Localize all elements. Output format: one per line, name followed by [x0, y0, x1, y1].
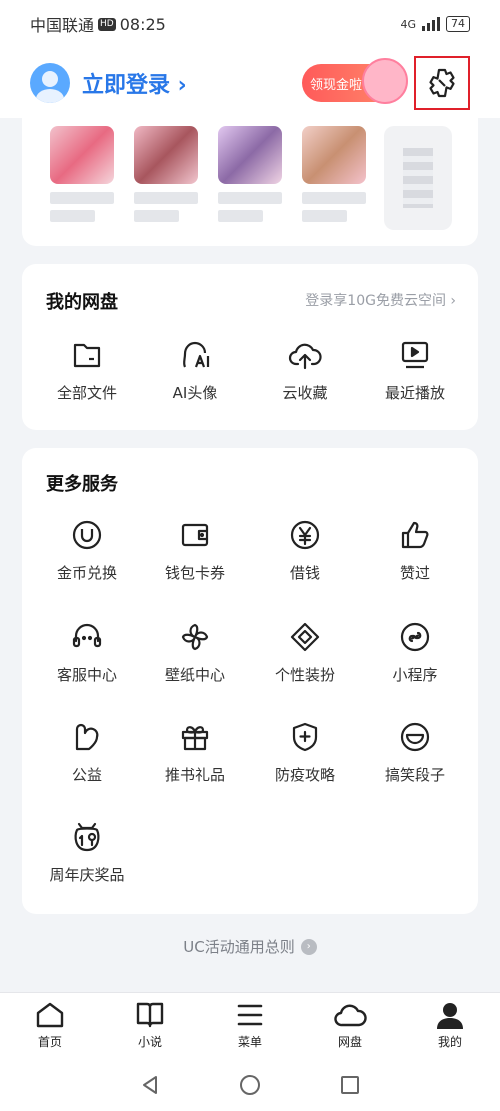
service-anniversary-prizes[interactable]: 周年庆奖品: [32, 820, 142, 885]
service-liked[interactable]: 赞过: [360, 518, 470, 583]
chevron-right-icon: ›: [300, 938, 317, 955]
service-mini-program[interactable]: 小程序: [360, 620, 470, 685]
netdisk-title: 我的网盘: [46, 292, 118, 313]
service-customer-center[interactable]: 客服中心: [32, 620, 142, 685]
recent-history-card: [22, 110, 478, 246]
back-icon[interactable]: [139, 1074, 161, 1096]
battery-indicator: 74: [446, 16, 470, 32]
style-icon: [288, 620, 322, 654]
service-wallet[interactable]: 钱包卡券: [140, 518, 250, 583]
service-book-gifts[interactable]: 推书礼品: [140, 720, 250, 785]
status-right: 4G 74: [400, 16, 470, 32]
home-circle-icon[interactable]: [238, 1073, 262, 1097]
service-coin-exchange[interactable]: 金币兑换: [32, 518, 142, 583]
history-item[interactable]: [134, 126, 198, 222]
gift-icon: [178, 720, 212, 754]
cloud-upload-icon: [288, 338, 322, 372]
smile-icon: [398, 720, 432, 754]
headset-icon: [70, 620, 104, 654]
pinwheel-icon: [178, 620, 212, 654]
netdisk-item-ai-avatar[interactable]: AI头像: [140, 338, 250, 403]
promo-label: 领现金啦: [310, 77, 363, 93]
menu-icon: [237, 1004, 263, 1026]
avatar[interactable]: [30, 63, 70, 103]
more-services-card: 更多服务 金币兑换 钱包卡券 借钱 赞过 客服中心 壁纸中心 个性装扮 小程序 …: [22, 448, 478, 914]
link-icon: [398, 620, 432, 654]
settings-button[interactable]: [414, 56, 470, 110]
folder-icon: [70, 338, 104, 372]
service-jokes[interactable]: 搞笑段子: [360, 720, 470, 785]
netdisk-item-all-files[interactable]: 全部文件: [32, 338, 142, 403]
netdisk-item-cloud-favorites[interactable]: 云收藏: [250, 338, 360, 403]
tab-netdisk[interactable]: 网盘: [300, 993, 400, 1058]
netdisk-card: 我的网盘 登录享10G免费云空间 › 全部文件 AI头像 云收藏 最近播放: [22, 264, 478, 430]
system-nav-bar: [0, 1058, 500, 1111]
thumbs-up-icon: [398, 518, 432, 552]
carrier-name: 中国联通: [30, 16, 95, 35]
bottom-tab-bar: 首页 小说 菜单 网盘 我的: [0, 992, 500, 1058]
cash-promo-banner[interactable]: 领现金啦: [302, 58, 408, 104]
carrier: 中国联通 HD 08:25: [30, 12, 166, 36]
home-icon: [36, 1002, 64, 1028]
netdisk-item-recent-play[interactable]: 最近播放: [360, 338, 470, 403]
clock: 08:25: [119, 14, 166, 34]
service-wallpaper-center[interactable]: 壁纸中心: [140, 620, 250, 685]
services-title: 更多服务: [46, 474, 118, 495]
shield-plus-icon: [288, 720, 322, 754]
history-item[interactable]: [50, 126, 114, 222]
recents-icon[interactable]: [339, 1074, 361, 1096]
history-more[interactable]: [384, 126, 452, 230]
service-loan[interactable]: 借钱: [250, 518, 360, 583]
status-bar: 中国联通 HD 08:25 4G 74: [0, 0, 500, 48]
play-screen-icon: [398, 338, 432, 372]
network-type: 4G: [400, 17, 416, 31]
activity-rules-link[interactable]: UC活动通用总则 ›: [0, 936, 500, 957]
book-icon: [136, 1002, 164, 1028]
wallet-icon: [178, 518, 212, 552]
tab-home[interactable]: 首页: [0, 993, 100, 1058]
profile-icon: [437, 1003, 463, 1029]
signal-icon: [422, 17, 440, 31]
login-button[interactable]: 立即登录 ›: [82, 67, 187, 99]
yuan-icon: [288, 518, 322, 552]
tab-mine[interactable]: 我的: [400, 993, 500, 1058]
ai-avatar-icon: [178, 338, 212, 372]
history-item[interactable]: [302, 126, 366, 222]
service-epidemic-guide[interactable]: 防疫攻略: [250, 720, 360, 785]
coin-icon: [70, 518, 104, 552]
anniversary-icon: [70, 820, 104, 854]
pig-mascot-icon: [362, 58, 408, 104]
rules-label: UC活动通用总则: [183, 938, 295, 956]
heart-icon: [70, 720, 104, 754]
hd-badge: HD: [98, 17, 116, 31]
netdisk-promo-link[interactable]: 登录享10G免费云空间 ›: [305, 290, 456, 310]
profile-header: 立即登录 › 领现金啦: [0, 48, 500, 118]
tab-menu[interactable]: 菜单: [200, 993, 300, 1058]
cloud-icon: [334, 1004, 367, 1027]
tab-novel[interactable]: 小说: [100, 993, 200, 1058]
service-charity[interactable]: 公益: [32, 720, 142, 785]
gear-icon: [429, 68, 455, 98]
history-item[interactable]: [218, 126, 282, 222]
service-personal-style[interactable]: 个性装扮: [250, 620, 360, 685]
